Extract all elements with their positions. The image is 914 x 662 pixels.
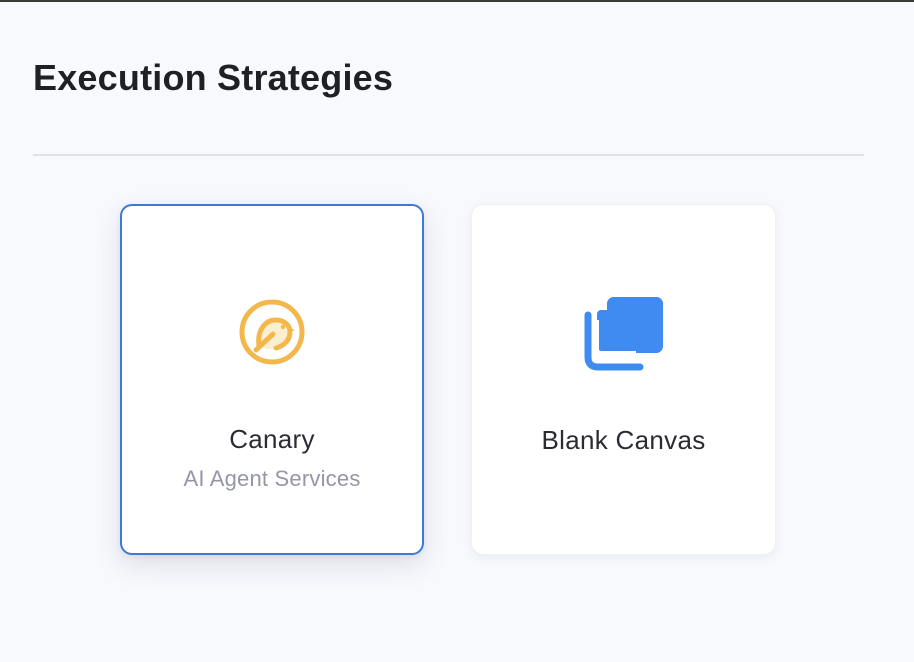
card-subtitle-canary: AI Agent Services <box>183 466 361 491</box>
canary-icon <box>239 299 305 365</box>
card-title-canary: Canary <box>229 424 315 454</box>
section-divider <box>33 154 864 156</box>
strategy-card-blank-canvas[interactable]: Blank Canvas <box>471 204 776 555</box>
strategy-card-canary[interactable]: Canary AI Agent Services <box>120 204 424 555</box>
blank-canvas-icon <box>584 297 663 371</box>
page-title: Execution Strategies <box>33 57 394 98</box>
window-top-border <box>0 0 914 2</box>
card-title-blank-canvas: Blank Canvas <box>541 425 706 455</box>
